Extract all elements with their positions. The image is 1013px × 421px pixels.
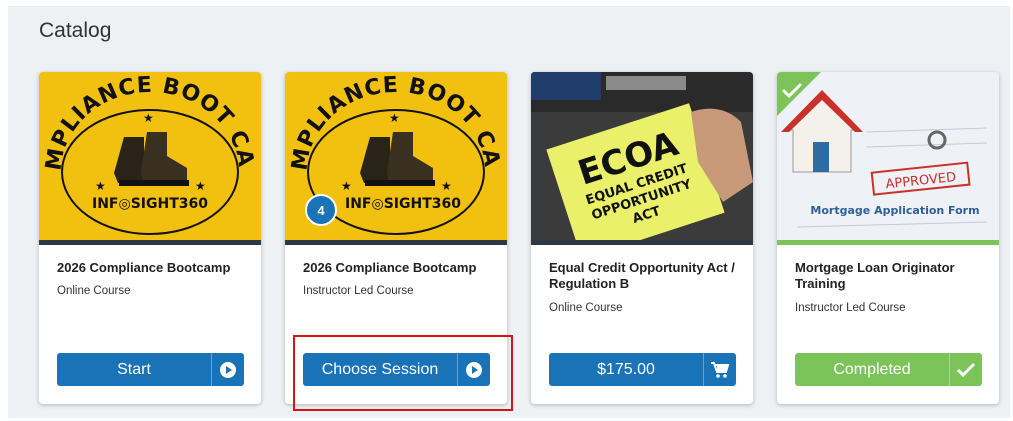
course-type: Online Course [549, 302, 623, 314]
play-circle-icon[interactable] [457, 353, 490, 386]
course-title[interactable]: Mortgage Loan Originator Training [795, 260, 985, 292]
choose-session-button[interactable]: Choose Session [303, 353, 490, 386]
svg-text:Mortgage Application Form: Mortgage Application Form [810, 204, 979, 217]
price-button[interactable]: $175.00 [549, 353, 736, 386]
svg-text:INF◎SIGHT360: INF◎SIGHT360 [345, 196, 461, 212]
course-card-mortgage-loan-originator[interactable]: APPROVED Mortgage Application Form Mortg… [777, 72, 999, 404]
thumbnail-divider [531, 240, 753, 245]
completed-divider [777, 240, 999, 245]
cart-icon[interactable] [703, 353, 736, 386]
course-thumbnail[interactable]: ECOA EQUAL CREDIT OPPORTUNITY ACT [531, 72, 753, 240]
svg-text:★: ★ [95, 179, 106, 193]
completed-button[interactable]: Completed [795, 353, 982, 386]
course-title[interactable]: 2026 Compliance Bootcamp [303, 260, 493, 276]
thumbnail-divider [285, 240, 507, 245]
svg-text:★: ★ [389, 111, 400, 125]
start-button-label: Start [117, 360, 151, 378]
course-thumbnail[interactable]: APPROVED Mortgage Application Form [777, 72, 999, 240]
course-type: Online Course [57, 285, 131, 297]
svg-text:★: ★ [143, 111, 154, 125]
svg-text:INF◎SIGHT360: INF◎SIGHT360 [92, 196, 208, 212]
svg-text:★: ★ [195, 179, 206, 193]
course-card-ecoa[interactable]: ECOA EQUAL CREDIT OPPORTUNITY ACT Equal … [531, 72, 753, 404]
thumbnail-divider [39, 240, 261, 245]
course-title[interactable]: Equal Credit Opportunity Act / Regulatio… [549, 260, 739, 292]
course-type: Instructor Led Course [303, 285, 414, 297]
play-circle-icon[interactable] [211, 353, 244, 386]
course-card-compliance-bootcamp-instructor[interactable]: COMPLIANCE BOOT CAMP ★ ★ ★ INF◎SIGHT360 … [285, 72, 507, 404]
choose-session-button-label: Choose Session [321, 360, 439, 378]
session-count-badge: 4 [305, 194, 337, 226]
price-label: $175.00 [597, 360, 655, 378]
course-card-compliance-bootcamp-online[interactable]: COMPLIANCE BOOT CAMP ★ ★ ★ INF◎SIGHT360 … [39, 72, 261, 404]
start-button[interactable]: Start [57, 353, 244, 386]
svg-text:★: ★ [341, 179, 352, 193]
course-title[interactable]: 2026 Compliance Bootcamp [57, 260, 247, 276]
course-type: Instructor Led Course [795, 302, 906, 314]
completed-button-label: Completed [833, 360, 911, 378]
page-title: Catalog [39, 19, 112, 42]
course-thumbnail[interactable]: COMPLIANCE BOOT CAMP ★ ★ ★ INF◎SIGHT360 [39, 72, 261, 240]
svg-text:★: ★ [441, 179, 452, 193]
checkmark-icon [949, 353, 982, 386]
